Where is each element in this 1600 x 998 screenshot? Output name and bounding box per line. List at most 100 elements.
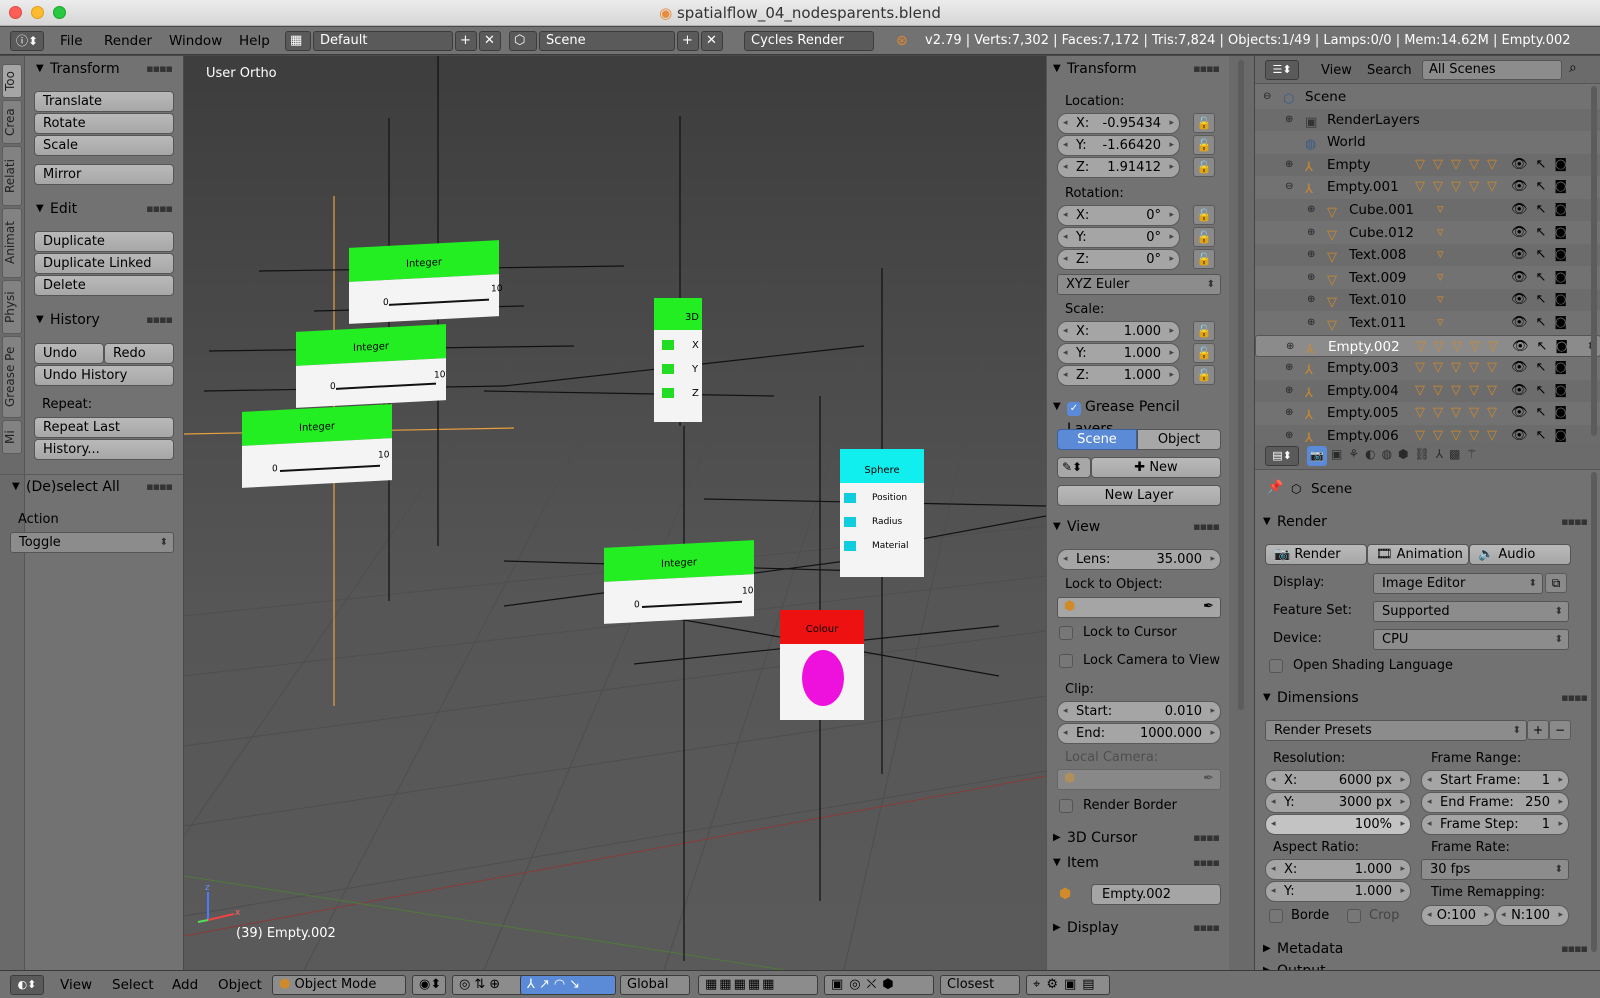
rotation-x-field[interactable]: X: 0° xyxy=(1057,205,1180,226)
visibility-toggles-icon[interactable]: 👁↖◙ xyxy=(1512,336,1576,358)
outliner-row[interactable]: ⊕ ⅄ Empty 👁↖◙ ▽▽▽▽▽ xyxy=(1255,153,1600,176)
display-window-icon[interactable]: ⧉ xyxy=(1545,573,1567,593)
child-data-icons[interactable]: ▿ xyxy=(1437,199,1452,221)
expand-toggle-icon[interactable]: ⊕ xyxy=(1285,154,1293,176)
lock-icon[interactable]: 🔓 xyxy=(1193,135,1215,155)
render-animation-button[interactable]: 🎞 Animation xyxy=(1367,544,1469,565)
child-data-icons[interactable]: ▽▽▽▽▽ xyxy=(1415,176,1505,198)
add-preset-icon[interactable]: + xyxy=(1527,720,1549,740)
location-z-field[interactable]: Z: 1.91412 xyxy=(1057,157,1180,178)
resolution-x-field[interactable]: X: 6000 px xyxy=(1265,770,1411,791)
properties-scrollbar[interactable] xyxy=(1591,472,1597,952)
menu-render[interactable]: Render xyxy=(104,33,152,49)
lock-object-field[interactable]: ⬢ ✒ xyxy=(1057,597,1221,618)
node-3d[interactable]: 3D X Y Z xyxy=(654,298,702,422)
drag-handle-icon[interactable]: ▪▪▪▪ xyxy=(1561,511,1588,533)
panel-transform-header[interactable]: Transform ▪▪▪▪ xyxy=(1051,58,1227,80)
visibility-toggles-icon[interactable]: 👁↖◙ xyxy=(1511,380,1575,402)
expand-toggle-icon[interactable]: ⊕ xyxy=(1285,380,1293,402)
tab-physics[interactable]: Physi xyxy=(2,280,22,334)
outliner-display-mode-select[interactable]: All Scenes xyxy=(1422,60,1562,80)
visibility-toggles-icon[interactable]: 👁↖◙ xyxy=(1511,244,1575,266)
aspect-y-field[interactable]: Y: 1.000 xyxy=(1265,881,1411,902)
lock-icon[interactable]: 🔓 xyxy=(1193,205,1215,225)
minimize-window-button[interactable] xyxy=(31,6,44,19)
node-integer-2[interactable]: Integer 0 10 xyxy=(296,324,446,414)
translate-button[interactable]: Translate xyxy=(34,91,174,112)
expand-toggle-icon[interactable]: ⊕ xyxy=(1307,312,1315,334)
lock-camera-checkbox[interactable] xyxy=(1059,654,1073,668)
outliner-scrollbar[interactable] xyxy=(1591,86,1597,436)
render-still-button[interactable]: 📷 Render xyxy=(1265,544,1367,565)
lock-icon[interactable]: 🔓 xyxy=(1193,343,1215,363)
outliner-row[interactable]: ◍ World xyxy=(1255,131,1600,153)
lock-icon[interactable]: 🔓 xyxy=(1193,321,1215,341)
tab-grease-pencil[interactable]: Grease Pe xyxy=(2,336,22,418)
duplicate-button[interactable]: Duplicate xyxy=(34,231,174,252)
new-layer-button[interactable]: New Layer xyxy=(1057,485,1221,506)
snap-element-select[interactable]: Closest xyxy=(940,975,1020,995)
outliner-row[interactable]: ⊕ ▽ Text.009 👁↖◙ ▿ xyxy=(1255,267,1600,289)
panel-grease-pencil-header[interactable]: ✓Grease Pencil Layers xyxy=(1051,396,1227,437)
visibility-toggles-icon[interactable]: 👁↖◙ xyxy=(1511,154,1575,176)
outliner-row[interactable]: ⊕ ▽ Cube.001 👁↖◙ ▿ xyxy=(1255,199,1600,221)
render-context-icon[interactable]: 📷 xyxy=(1307,446,1327,466)
menu-window[interactable]: Window xyxy=(169,33,222,49)
outliner-row[interactable]: ⊕ ⅄ Empty.005 👁↖◙ ▽▽▽▽▽ xyxy=(1255,402,1600,424)
scene-field[interactable]: Scene xyxy=(539,31,675,51)
scale-x-field[interactable]: X: 1.000 xyxy=(1057,321,1180,342)
lock-icon[interactable]: 🔓 xyxy=(1193,227,1215,247)
tab-create[interactable]: Crea xyxy=(2,100,22,144)
scale-button[interactable]: Scale xyxy=(34,135,174,156)
rotation-z-field[interactable]: Z: 0° xyxy=(1057,249,1180,270)
outliner-row[interactable]: ⊕ ▽ Text.008 👁↖◙ ▿ xyxy=(1255,244,1600,267)
node-colour[interactable]: Colour xyxy=(780,610,864,720)
child-data-icons[interactable]: ▽▽▽▽▽ xyxy=(1415,154,1505,176)
panel-edit-header[interactable]: Edit ▪▪▪▪ xyxy=(34,198,180,220)
rotation-mode-select[interactable]: XYZ Euler xyxy=(1057,274,1221,295)
child-data-icons[interactable]: ▽▽▽▽▽ xyxy=(1415,357,1505,379)
tab-relations[interactable]: Relati xyxy=(2,146,22,206)
transform-manipulator-icons[interactable]: ⅄↗◠↘ xyxy=(520,975,616,995)
expand-toggle-icon[interactable]: ⊕ xyxy=(1307,267,1315,289)
visibility-toggles-icon[interactable]: 👁↖◙ xyxy=(1511,176,1575,198)
panel-transform-header[interactable]: Transform ▪▪▪▪ xyxy=(34,58,180,80)
time-remap-old-field[interactable]: O:100 xyxy=(1421,905,1495,926)
aspect-x-field[interactable]: X: 1.000 xyxy=(1265,859,1411,880)
undo-history-button[interactable]: Undo History xyxy=(34,365,174,386)
drag-handle-icon[interactable]: ▪▪▪▪ xyxy=(1193,827,1220,849)
add-screen-icon[interactable]: + xyxy=(455,31,477,51)
eyedropper-icon[interactable]: ✒ xyxy=(1203,599,1214,614)
menu-help[interactable]: Help xyxy=(239,33,270,49)
resolution-y-field[interactable]: Y: 3000 px xyxy=(1265,792,1411,813)
history-button[interactable]: History... xyxy=(34,439,174,460)
drag-handle-icon[interactable]: ▪▪▪▪ xyxy=(146,309,173,331)
resolution-percentage-slider[interactable]: 100% xyxy=(1265,814,1411,835)
panel-metadata-header[interactable]: Metadata ▪▪▪▪ xyxy=(1261,938,1595,960)
new-grease-button[interactable]: ✚ New xyxy=(1091,457,1221,478)
location-x-field[interactable]: X: -0.95434 xyxy=(1057,113,1180,134)
expand-toggle-icon[interactable]: ⊕ xyxy=(1307,199,1315,221)
start-frame-field[interactable]: Start Frame: 1 xyxy=(1421,770,1569,791)
node-integer-3-selected[interactable]: Integer 0 10 xyxy=(242,404,392,494)
panel-deselect-all-header[interactable]: (De)select All ▪▪▪▪ xyxy=(10,476,180,498)
zoom-window-button[interactable] xyxy=(53,6,66,19)
viewport-shading-icon[interactable]: ◉⬍ xyxy=(412,975,446,995)
local-camera-field[interactable]: ⬢ ✒ xyxy=(1057,769,1221,790)
npanel-scrollbar-handle[interactable] xyxy=(1238,60,1244,710)
tab-grease-object[interactable]: Object xyxy=(1137,429,1221,450)
remove-screen-icon[interactable]: ✕ xyxy=(479,31,501,51)
panel-display-header[interactable]: Display ▪▪▪▪ xyxy=(1051,917,1227,939)
lock-icon[interactable]: 🔓 xyxy=(1193,113,1215,133)
location-y-field[interactable]: Y: -1.66420 xyxy=(1057,135,1180,156)
expand-toggle-icon[interactable]: ⊕ xyxy=(1285,357,1293,379)
search-icon[interactable]: ⌕ xyxy=(1569,60,1577,76)
undo-button[interactable]: Undo xyxy=(34,343,104,364)
menu-add[interactable]: Add xyxy=(172,977,198,993)
expand-toggle-icon[interactable]: ⊕ xyxy=(1286,336,1294,358)
outliner-row[interactable]: ⊖ ⬡ Scene xyxy=(1255,86,1600,108)
node-integer-4[interactable]: Integer 0 10 xyxy=(604,540,754,630)
tab-tools[interactable]: Too xyxy=(2,64,22,98)
remove-scene-icon[interactable]: ✕ xyxy=(701,31,723,51)
drag-handle-icon[interactable]: ▪▪▪▪ xyxy=(1561,938,1588,960)
